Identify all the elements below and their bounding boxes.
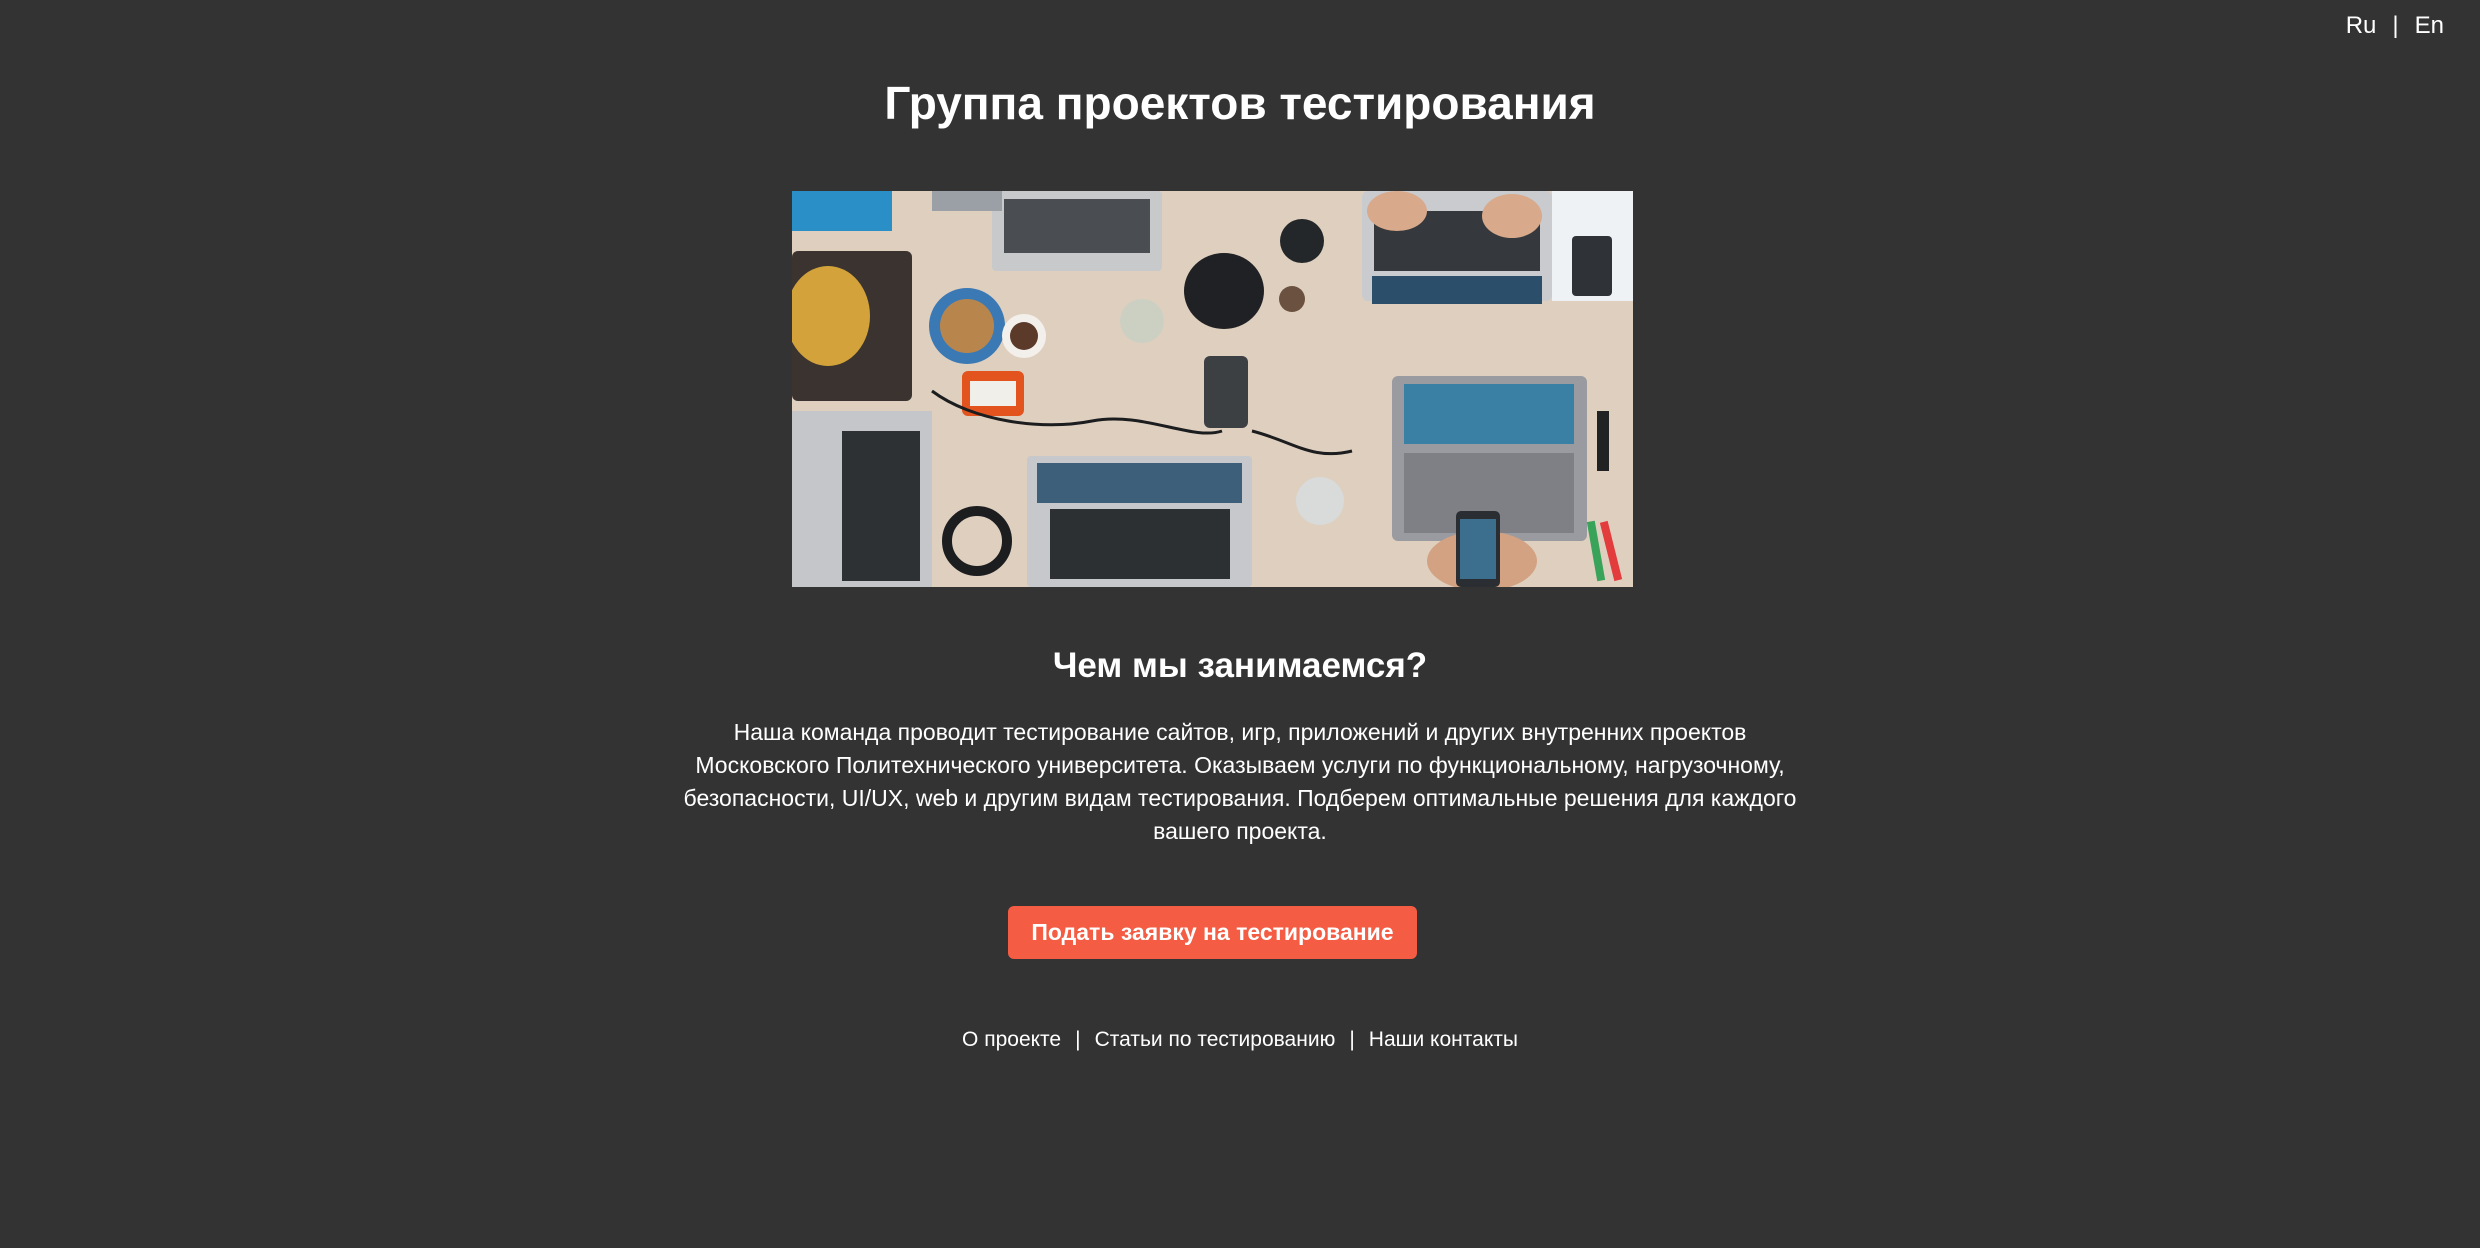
footer-link-articles[interactable]: Статьи по тестированию bbox=[1095, 1028, 1336, 1052]
lang-ru-link[interactable]: Ru bbox=[2346, 12, 2377, 40]
lang-en-link[interactable]: En bbox=[2415, 12, 2444, 40]
footer-separator: | bbox=[1349, 1028, 1355, 1051]
section-title: Чем мы занимаемся? bbox=[1052, 646, 1428, 685]
hero-image bbox=[792, 191, 1633, 587]
footer-separator: | bbox=[1075, 1028, 1081, 1051]
footer-link-contacts[interactable]: Наши контакты bbox=[1369, 1028, 1518, 1052]
footer-nav: О проекте | Статьи по тестированию | Наш… bbox=[0, 1028, 2480, 1052]
footer-link-about[interactable]: О проекте bbox=[962, 1028, 1061, 1052]
lang-separator: | bbox=[2392, 12, 2399, 39]
submit-request-button[interactable]: Подать заявку на тестирование bbox=[1008, 906, 1417, 959]
page-title: Группа проектов тестирования bbox=[884, 77, 1596, 129]
about-description: Наша команда проводит тестирование сайто… bbox=[683, 719, 1797, 844]
language-switcher: Ru | En bbox=[2346, 12, 2444, 40]
